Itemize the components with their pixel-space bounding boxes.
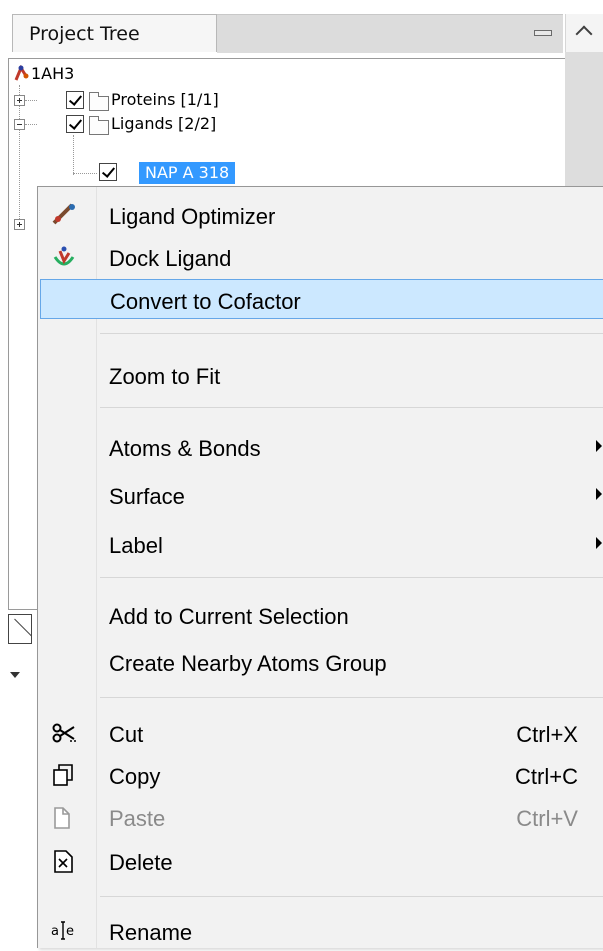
tree-connector xyxy=(73,173,97,174)
menu-separator xyxy=(100,407,603,408)
panel-titlebar: Project Tree xyxy=(0,0,603,60)
menu-item-surface[interactable]: Surface xyxy=(38,475,603,515)
collapse-ligands-icon[interactable] xyxy=(14,119,25,130)
minimize-icon[interactable] xyxy=(534,30,552,36)
open-folder-icon xyxy=(89,116,109,135)
tree-connector xyxy=(25,100,37,101)
submenu-arrow-icon xyxy=(596,537,602,549)
menu-item-atoms-bonds[interactable]: Atoms & Bonds xyxy=(38,427,603,467)
menu-item-ligand-optimizer[interactable]: Ligand Optimizer xyxy=(38,195,603,235)
ligand-optimizer-icon xyxy=(52,203,75,225)
menu-item-dock-ligand[interactable]: Dock Ligand xyxy=(38,237,603,277)
expand-proteins-icon[interactable] xyxy=(14,95,25,106)
menu-item-add-to-current-selection[interactable]: Add to Current Selection xyxy=(38,595,603,635)
menu-item-zoom-to-fit[interactable]: Zoom to Fit xyxy=(38,355,603,395)
tree-item-selected-ligand[interactable]: NAP A 318 xyxy=(139,162,236,184)
menu-separator xyxy=(100,697,603,698)
svg-text:e: e xyxy=(66,924,74,939)
menu-separator xyxy=(100,896,603,897)
tab-project-tree[interactable]: Project Tree xyxy=(12,14,217,52)
folder-icon xyxy=(89,92,109,111)
tree-item-proteins[interactable]: Proteins [1/1] xyxy=(111,90,219,109)
tree-connector xyxy=(25,124,37,125)
view-toggle-icon[interactable] xyxy=(8,614,32,644)
menu-item-paste[interactable]: Paste Ctrl+V xyxy=(38,797,603,837)
menu-item-rename[interactable]: a e Rename xyxy=(38,911,603,951)
ligand-checkbox[interactable] xyxy=(99,163,117,181)
scissors-icon xyxy=(52,723,76,743)
delete-icon xyxy=(54,850,73,873)
context-menu: Ligand Optimizer Dock Ligand Convert to … xyxy=(37,186,603,948)
dropdown-arrow-icon[interactable] xyxy=(10,672,20,678)
paste-icon xyxy=(54,807,70,829)
tree-item-ligands[interactable]: Ligands [2/2] xyxy=(111,114,216,133)
scroll-up-button[interactable] xyxy=(565,14,603,52)
tab-strip xyxy=(217,14,563,53)
tree-connector xyxy=(19,85,20,225)
proteins-checkbox[interactable] xyxy=(66,91,84,109)
copy-icon xyxy=(53,764,73,786)
tree-connector xyxy=(73,135,74,175)
ligands-checkbox[interactable] xyxy=(66,115,84,133)
menu-separator xyxy=(100,577,603,578)
menu-item-convert-to-cofactor[interactable]: Convert to Cofactor xyxy=(40,279,603,319)
submenu-arrow-icon xyxy=(596,488,602,500)
menu-item-cut[interactable]: Cut Ctrl+X xyxy=(38,713,603,753)
molecule-icon xyxy=(14,65,29,81)
svg-text:a: a xyxy=(51,924,59,939)
menu-item-create-nearby-atoms-group[interactable]: Create Nearby Atoms Group xyxy=(38,642,603,682)
menu-item-label[interactable]: Label xyxy=(38,524,603,564)
submenu-arrow-icon xyxy=(596,440,602,452)
dock-ligand-icon xyxy=(53,246,75,266)
menu-separator xyxy=(100,333,603,334)
tree-root-label[interactable]: 1AH3 xyxy=(31,64,74,83)
menu-item-delete[interactable]: Delete xyxy=(38,841,603,881)
expand-icon[interactable] xyxy=(14,219,25,230)
rename-icon: a e xyxy=(51,921,74,940)
menu-item-copy[interactable]: Copy Ctrl+C xyxy=(38,755,603,795)
